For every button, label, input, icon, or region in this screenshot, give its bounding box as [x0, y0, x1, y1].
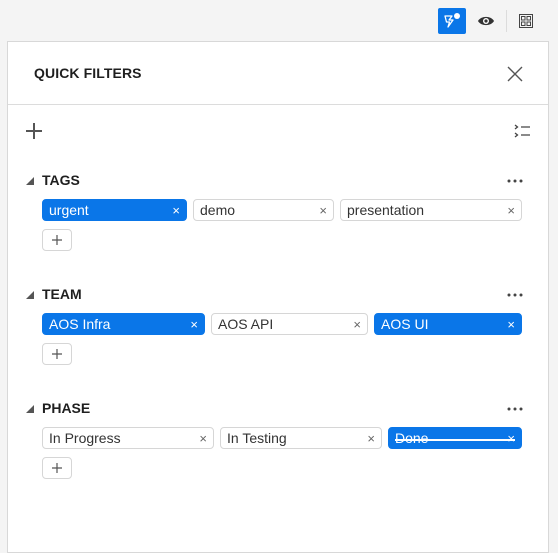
- chip-list: In Progress × In Testing × Done ×: [42, 427, 522, 449]
- plus-icon: [52, 349, 62, 359]
- plus-icon: [52, 463, 62, 473]
- chip-list: urgent × demo × presentation ×: [42, 199, 522, 221]
- chip-label: demo: [200, 202, 236, 218]
- chip-label: In Progress: [49, 430, 121, 446]
- add-chip-button[interactable]: [42, 229, 72, 251]
- expand-list-icon: [514, 124, 530, 138]
- add-filter-button[interactable]: [24, 121, 44, 141]
- chip-list: AOS Infra × AOS API × AOS UI ×: [42, 313, 522, 335]
- filter-section-phase: PHASE In Progress × In Testing × Done ×: [8, 399, 548, 479]
- collapse-caret-icon[interactable]: [26, 405, 34, 413]
- top-toolbar: [0, 0, 558, 41]
- quick-filter-button[interactable]: [438, 8, 466, 34]
- view-button[interactable]: [472, 8, 500, 34]
- more-options-icon[interactable]: [505, 285, 525, 301]
- chip-label: presentation: [347, 202, 425, 218]
- eye-icon: [478, 16, 494, 26]
- filter-section-tags: TAGS urgent × demo × presentation ×: [8, 171, 548, 251]
- panel-title: QUICK FILTERS: [34, 65, 142, 81]
- remove-chip-icon[interactable]: ×: [507, 204, 515, 217]
- filter-chip[interactable]: AOS Infra ×: [42, 313, 205, 335]
- filter-chip[interactable]: In Progress ×: [42, 427, 214, 449]
- collapse-caret-icon[interactable]: [26, 291, 34, 299]
- quick-filters-panel: QUICK FILTERS TAGS urgent × demo × prese…: [7, 41, 549, 553]
- more-options-icon[interactable]: [505, 399, 525, 415]
- more-options-icon[interactable]: [505, 171, 525, 187]
- filter-chip[interactable]: demo ×: [193, 199, 334, 221]
- chip-label: urgent: [49, 202, 89, 218]
- expand-all-button[interactable]: [513, 122, 533, 140]
- remove-chip-icon[interactable]: ×: [507, 318, 515, 331]
- remove-chip-icon[interactable]: ×: [172, 204, 180, 217]
- section-title: PHASE: [42, 400, 91, 416]
- panel-header: QUICK FILTERS: [8, 42, 548, 105]
- section-title: TAGS: [42, 172, 80, 188]
- remove-chip-icon[interactable]: ×: [199, 432, 207, 445]
- filter-chip[interactable]: urgent ×: [42, 199, 187, 221]
- filter-chip-excluded[interactable]: Done ×: [388, 427, 522, 449]
- filter-chip[interactable]: In Testing ×: [220, 427, 382, 449]
- remove-chip-icon[interactable]: ×: [367, 432, 375, 445]
- quick-filter-icon: [444, 13, 460, 28]
- add-chip-button[interactable]: [42, 457, 72, 479]
- remove-chip-icon[interactable]: ×: [319, 204, 327, 217]
- add-chip-button[interactable]: [42, 343, 72, 365]
- filter-chip[interactable]: presentation ×: [340, 199, 522, 221]
- toolbar-divider: [506, 10, 507, 32]
- section-title: TEAM: [42, 286, 82, 302]
- chip-label: AOS UI: [381, 316, 429, 332]
- chip-label: AOS API: [218, 316, 274, 332]
- remove-chip-icon[interactable]: ×: [507, 432, 515, 445]
- plus-icon: [52, 235, 62, 245]
- remove-chip-icon[interactable]: ×: [190, 318, 198, 331]
- plus-icon: [26, 123, 42, 139]
- filter-section-team: TEAM AOS Infra × AOS API × AOS UI ×: [8, 285, 548, 365]
- chip-label: Done: [395, 430, 429, 446]
- remove-chip-icon[interactable]: ×: [353, 318, 361, 331]
- filter-chip[interactable]: AOS UI ×: [374, 313, 522, 335]
- grid-layout-icon: [519, 14, 533, 28]
- collapse-caret-icon[interactable]: [26, 177, 34, 185]
- chip-label: AOS Infra: [49, 316, 111, 332]
- close-button[interactable]: [505, 64, 525, 84]
- close-icon: [507, 66, 523, 82]
- filter-chip[interactable]: AOS API ×: [211, 313, 368, 335]
- layout-button[interactable]: [512, 8, 540, 34]
- chip-label: In Testing: [227, 430, 287, 446]
